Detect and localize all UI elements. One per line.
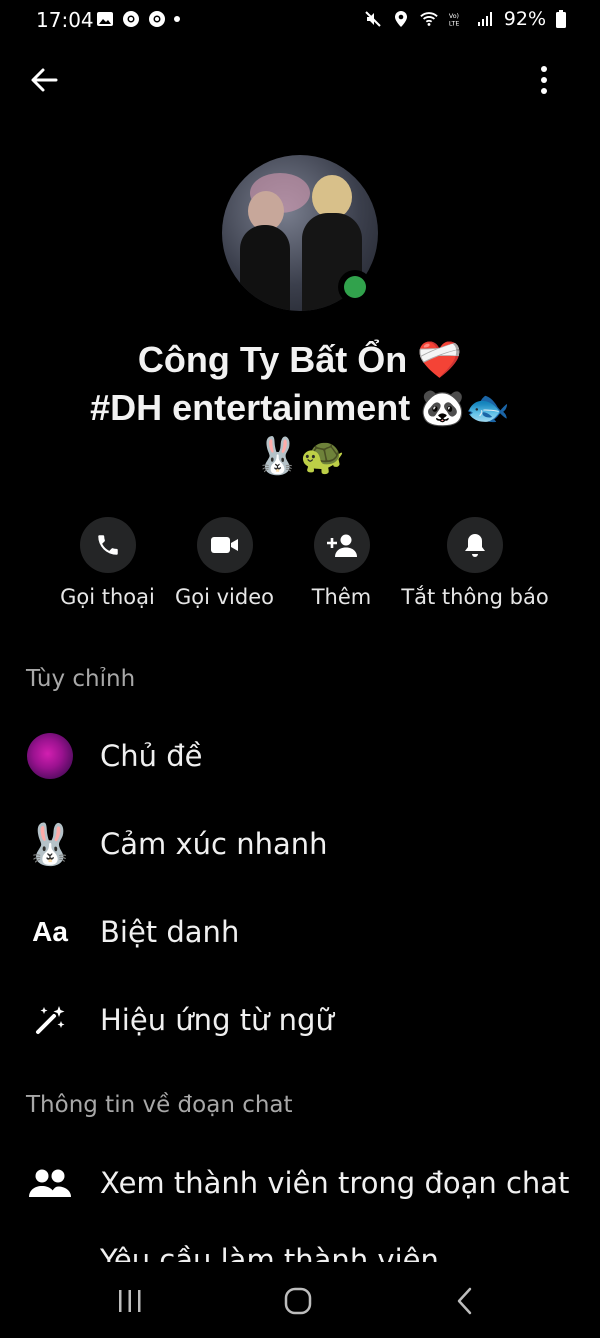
rabbit-emoji-icon: 🐰	[25, 821, 75, 868]
home-button[interactable]	[283, 1286, 313, 1316]
mute-icon	[365, 11, 381, 27]
word-effects-label: Hiệu ứng từ ngữ	[100, 1003, 334, 1037]
quick-reaction-label: Cảm xúc nhanh	[100, 827, 328, 861]
text-aa-icon: Aa	[32, 916, 68, 947]
view-members-label: Xem thành viên trong đoạn chat	[100, 1166, 570, 1200]
theme-row[interactable]: Chủ đề	[26, 726, 586, 786]
voice-call-label: Gọi thoại	[60, 585, 155, 609]
word-effects-row[interactable]: Hiệu ứng từ ngữ	[26, 990, 586, 1050]
add-member-button[interactable]: Thêm	[284, 517, 399, 609]
status-bar: 17:04 Vo) LTE 92%	[0, 0, 600, 40]
group-name: Công Ty Bất Ổn ❤️‍🩹 #DH entertainment 🐼🐟…	[40, 336, 560, 480]
signal-icon	[477, 12, 492, 26]
dot-icon	[174, 16, 180, 22]
voice-call-button[interactable]: Gọi thoại	[50, 517, 165, 609]
back-button[interactable]	[26, 62, 62, 98]
add-member-label: Thêm	[311, 585, 372, 609]
group-icon	[26, 1159, 74, 1207]
theme-icon	[26, 732, 74, 780]
recent-apps-button[interactable]	[116, 1288, 144, 1314]
svg-text:Vo): Vo)	[449, 13, 459, 20]
chat-info-section-title: Thông tin về đoạn chat	[26, 1092, 293, 1118]
group-name-line3: 🐰🐢	[255, 435, 345, 476]
bell-icon	[447, 517, 503, 573]
svg-text:LTE: LTE	[449, 20, 459, 27]
video-icon	[196, 517, 253, 573]
chrome-icon	[123, 11, 139, 27]
wifi-icon	[420, 12, 438, 26]
system-back-button[interactable]	[452, 1286, 478, 1316]
battery-percentage: 92%	[503, 8, 546, 30]
status-left-icons	[96, 10, 180, 28]
view-members-row[interactable]: Xem thành viên trong đoạn chat	[26, 1153, 586, 1213]
status-right-icons: Vo) LTE 92%	[364, 8, 566, 30]
nickname-row[interactable]: Aa Biệt danh	[26, 902, 586, 962]
video-call-button[interactable]: Gọi video	[167, 517, 282, 609]
system-navigation-bar	[0, 1262, 600, 1338]
quick-reaction-row[interactable]: 🐰 Cảm xúc nhanh	[25, 814, 586, 874]
location-icon	[394, 11, 407, 27]
volte-icon: Vo)LTE	[449, 13, 459, 27]
battery-icon	[556, 10, 566, 28]
mute-notifications-label: Tắt thông báo	[401, 585, 549, 609]
customize-section-title: Tùy chỉnh	[26, 666, 136, 692]
status-time: 17:04	[36, 8, 94, 32]
video-call-label: Gọi video	[175, 585, 274, 609]
gallery-icon	[97, 12, 113, 26]
magic-wand-icon	[26, 996, 74, 1044]
theme-label: Chủ đề	[100, 739, 203, 773]
nickname-label: Biệt danh	[100, 915, 240, 949]
online-indicator	[338, 270, 372, 304]
chrome-icon	[149, 11, 165, 27]
more-options-button[interactable]	[530, 62, 558, 98]
add-person-icon	[313, 517, 370, 573]
group-name-line2: #DH entertainment 🐼🐟	[90, 387, 510, 428]
group-name-line1: Công Ty Bất Ổn ❤️‍🩹	[137, 339, 463, 380]
mute-notifications-button[interactable]: Tắt thông báo	[395, 517, 555, 609]
phone-icon	[79, 517, 136, 573]
